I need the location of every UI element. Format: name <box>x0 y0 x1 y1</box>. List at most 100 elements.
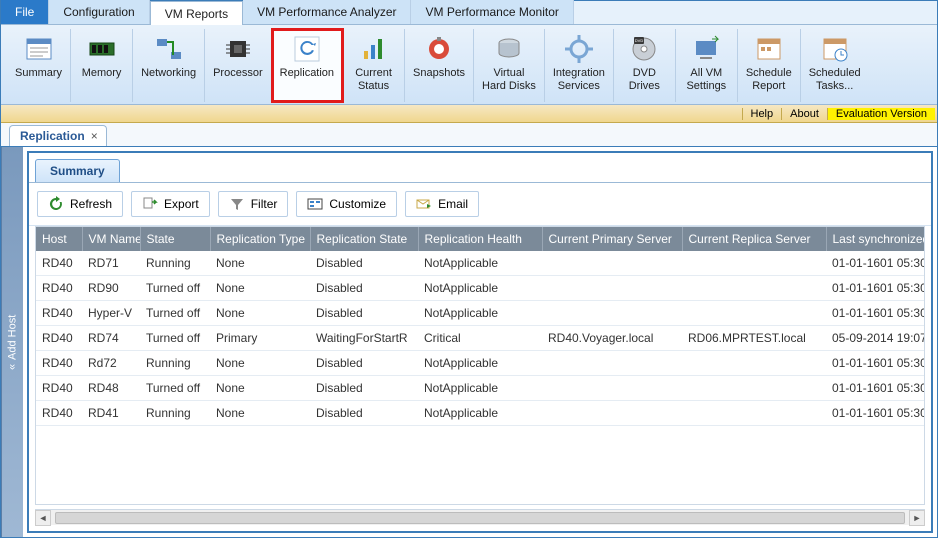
filter-button[interactable]: Filter <box>218 191 289 217</box>
menu-bar: File Configuration VM Reports VM Perform… <box>1 1 937 25</box>
scroll-thumb[interactable] <box>55 512 905 524</box>
table-cell: NotApplicable <box>418 351 542 376</box>
table-cell: Disabled <box>310 376 418 401</box>
ribbon-summary-button[interactable]: Summary <box>7 29 71 102</box>
ribbon: Summary Memory Networking Processor Replicat… <box>1 25 937 105</box>
table-cell: RD40 <box>36 401 82 426</box>
ribbon-schedule-report-label: Schedule Report <box>746 67 792 92</box>
table-cell: NotApplicable <box>418 401 542 426</box>
status-icon <box>358 33 390 65</box>
ribbon-replication-button[interactable]: Replication <box>272 29 343 102</box>
col-header[interactable]: State <box>140 227 210 251</box>
menu-vm-perf-monitor[interactable]: VM Performance Monitor <box>411 0 573 24</box>
table-cell: Disabled <box>310 251 418 276</box>
customize-icon <box>307 196 323 212</box>
evaluation-version-label: Evaluation Version <box>827 108 935 120</box>
settings-icon <box>690 33 722 65</box>
ribbon-processor-button[interactable]: Processor <box>205 29 272 102</box>
table-cell: Critical <box>418 326 542 351</box>
help-link[interactable]: Help <box>742 108 782 120</box>
col-header[interactable]: Current Primary Server <box>542 227 682 251</box>
page-tab-replication[interactable]: Replication × <box>9 125 107 146</box>
table-cell: 01-01-1601 05:30:00 <box>826 401 925 426</box>
table-cell <box>542 251 682 276</box>
table-row[interactable]: RD40RD71RunningNoneDisabledNotApplicable… <box>36 251 925 276</box>
toolbar: Refresh Export Filter Customize Email <box>29 183 931 226</box>
table-row[interactable]: RD40RD48Turned offNoneDisabledNotApplica… <box>36 376 925 401</box>
table-cell <box>542 301 682 326</box>
table-cell: RD40.Voyager.local <box>542 326 682 351</box>
col-header[interactable]: Replication Health <box>418 227 542 251</box>
ribbon-memory-button[interactable]: Memory <box>71 29 133 102</box>
refresh-label: Refresh <box>70 197 112 211</box>
integration-icon <box>563 33 595 65</box>
summary-icon <box>23 33 55 65</box>
table-row[interactable]: RD40Rd72RunningNoneDisabledNotApplicable… <box>36 351 925 376</box>
menu-file[interactable]: File <box>1 0 49 24</box>
customize-button[interactable]: Customize <box>296 191 397 217</box>
table-cell: 05-09-2014 19:07:00 <box>826 326 925 351</box>
table-cell: WaitingForStartR <box>310 326 418 351</box>
export-button[interactable]: Export <box>131 191 210 217</box>
main-panel: Summary Refresh Export Filter Customize … <box>27 151 933 533</box>
menu-vm-reports[interactable]: VM Reports <box>150 1 243 25</box>
filter-label: Filter <box>251 197 278 211</box>
table-cell: RD40 <box>36 251 82 276</box>
col-header[interactable]: Host <box>36 227 82 251</box>
col-header[interactable]: Replication Type <box>210 227 310 251</box>
export-icon <box>142 196 158 212</box>
ribbon-processor-label: Processor <box>213 67 263 80</box>
col-header[interactable]: Last synchronized at <box>826 227 925 251</box>
ribbon-all-vm-settings-button[interactable]: All VM Settings <box>676 29 738 102</box>
export-label: Export <box>164 197 199 211</box>
ribbon-dvd-drives-button[interactable]: DVDDVD Drives <box>614 29 676 102</box>
table-row[interactable]: RD40RD90Turned offNoneDisabledNotApplica… <box>36 276 925 301</box>
table-cell: None <box>210 376 310 401</box>
ribbon-networking-label: Networking <box>141 67 196 80</box>
table-cell: Turned off <box>140 326 210 351</box>
close-icon[interactable]: × <box>91 129 98 143</box>
replication-icon <box>291 33 323 65</box>
ribbon-integration-label: Integration Services <box>553 67 605 92</box>
ribbon-summary-label: Summary <box>15 67 62 80</box>
scroll-right-arrow-icon[interactable]: ► <box>909 510 925 526</box>
inner-tab-summary[interactable]: Summary <box>35 159 120 182</box>
add-host-sidebar[interactable]: « Add Host <box>1 147 23 537</box>
customize-label: Customize <box>329 197 386 211</box>
ribbon-networking-button[interactable]: Networking <box>133 29 205 102</box>
table-cell: Running <box>140 351 210 376</box>
menu-vm-perf-analyzer[interactable]: VM Performance Analyzer <box>243 0 411 24</box>
table-cell <box>542 401 682 426</box>
ribbon-current-status-button[interactable]: Current Status <box>343 29 405 102</box>
table-cell: 01-01-1601 05:30:00 <box>826 376 925 401</box>
col-header[interactable]: Current Replica Server <box>682 227 826 251</box>
table-cell: Primary <box>210 326 310 351</box>
horizontal-scrollbar[interactable]: ◄ ► <box>35 509 925 525</box>
table-cell <box>682 376 826 401</box>
table-cell: RD40 <box>36 326 82 351</box>
table-cell <box>542 351 682 376</box>
table-row[interactable]: RD40Hyper-VTurned offNoneDisabledNotAppl… <box>36 301 925 326</box>
table-cell <box>682 276 826 301</box>
ribbon-virtual-hdd-button[interactable]: Virtual Hard Disks <box>474 29 545 102</box>
ribbon-scheduled-tasks-button[interactable]: Scheduled Tasks... <box>801 29 869 102</box>
scroll-left-arrow-icon[interactable]: ◄ <box>35 510 51 526</box>
col-header[interactable]: VM Name <box>82 227 140 251</box>
menu-configuration[interactable]: Configuration <box>49 0 149 24</box>
table-cell <box>542 376 682 401</box>
table-row[interactable]: RD40RD41RunningNoneDisabledNotApplicable… <box>36 401 925 426</box>
email-label: Email <box>438 197 468 211</box>
ribbon-schedule-report-button[interactable]: Schedule Report <box>738 29 801 102</box>
ribbon-snapshots-button[interactable]: Snapshots <box>405 29 474 102</box>
table-cell <box>542 276 682 301</box>
table-row[interactable]: RD40RD74Turned offPrimaryWaitingForStart… <box>36 326 925 351</box>
table-cell: None <box>210 401 310 426</box>
ribbon-integration-button[interactable]: Integration Services <box>545 29 614 102</box>
email-button[interactable]: Email <box>405 191 479 217</box>
table-cell: 01-01-1601 05:30:00 <box>826 351 925 376</box>
refresh-button[interactable]: Refresh <box>37 191 123 217</box>
col-header[interactable]: Replication State <box>310 227 418 251</box>
about-link[interactable]: About <box>781 108 827 120</box>
table-cell: None <box>210 351 310 376</box>
ribbon-all-vm-settings-label: All VM Settings <box>686 67 726 92</box>
